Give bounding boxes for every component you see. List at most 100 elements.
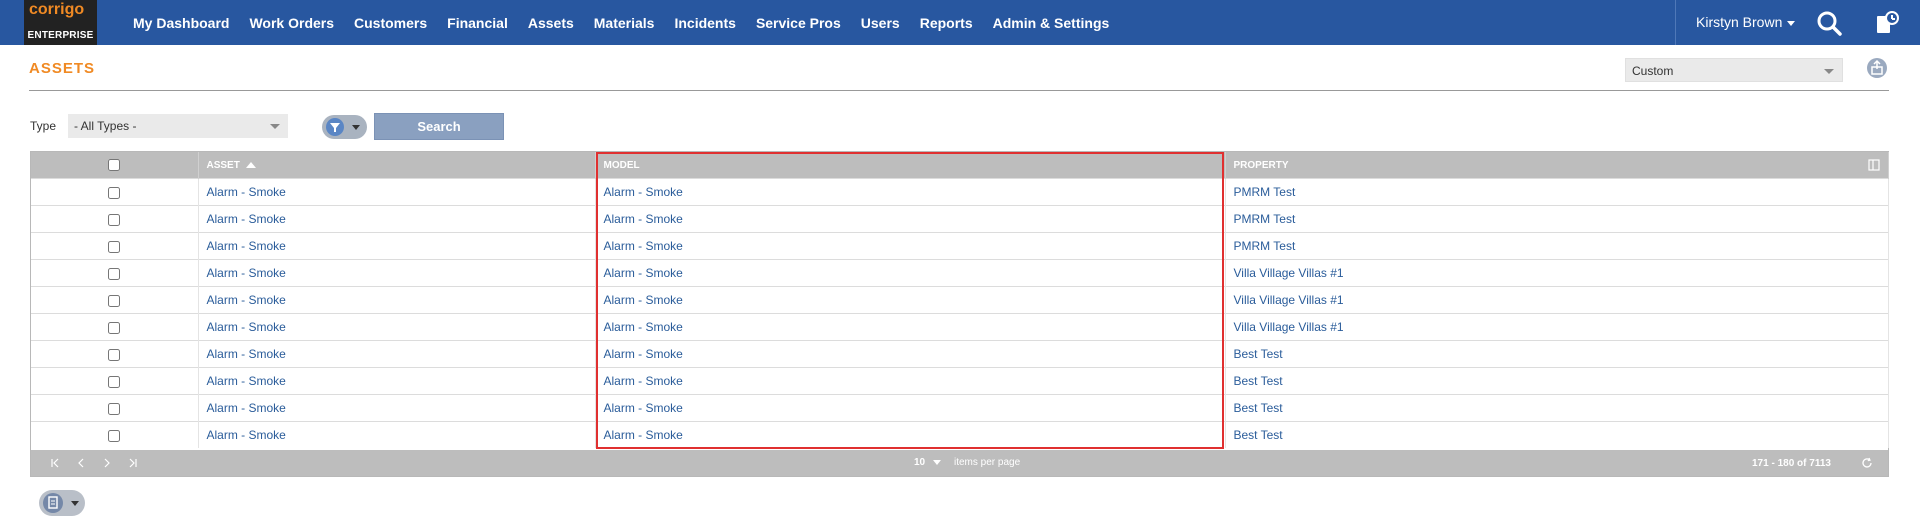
pagination-bar: 10 items per page 171 - 180 of 7113 [31, 450, 1888, 476]
column-header-model[interactable]: MODEL [595, 152, 1226, 179]
asset-link[interactable]: Alarm - Smoke [198, 421, 596, 448]
row-checkbox[interactable] [108, 213, 121, 226]
row-checkbox[interactable] [108, 375, 121, 388]
document-actions-button[interactable] [39, 490, 85, 516]
model-link[interactable]: Alarm - Smoke [595, 232, 1226, 260]
table-row: Alarm - Smoke Alarm - Smoke Best Test [31, 421, 1889, 448]
logo-subtitle: ENTERPRISE [27, 30, 94, 41]
next-page-icon[interactable] [101, 457, 113, 469]
refresh-icon[interactable] [1861, 457, 1873, 469]
chevron-down-icon [352, 125, 360, 130]
nav-assets[interactable]: Assets [528, 15, 574, 31]
row-checkbox[interactable] [108, 186, 121, 199]
row-checkbox[interactable] [108, 348, 121, 361]
title-divider [29, 90, 1889, 91]
model-link[interactable]: Alarm - Smoke [595, 367, 1226, 395]
type-filter-value: - All Types - [74, 119, 137, 133]
row-checkbox[interactable] [108, 402, 121, 415]
property-link[interactable]: Best Test [1225, 394, 1889, 422]
filter-button[interactable] [322, 115, 367, 139]
asset-link[interactable]: Alarm - Smoke [198, 313, 596, 341]
previous-page-icon[interactable] [75, 457, 87, 469]
table-row: Alarm - Smoke Alarm - Smoke Best Test [31, 394, 1889, 422]
table-row: Alarm - Smoke Alarm - Smoke PMRM Test [31, 178, 1889, 206]
filter-icon [326, 118, 344, 136]
search-icon[interactable] [1816, 10, 1842, 36]
nav-materials[interactable]: Materials [594, 15, 655, 31]
corrigo-logo[interactable]: corrigo ENTERPRISE [24, 0, 97, 45]
select-all-checkbox[interactable] [108, 159, 121, 171]
select-all-header [31, 152, 199, 179]
asset-link[interactable]: Alarm - Smoke [198, 205, 596, 233]
assets-grid: ASSET MODEL PROPERTY Alarm - Smoke Alarm … [30, 151, 1889, 477]
property-link[interactable]: PMRM Test [1225, 205, 1889, 233]
assets-table: ASSET MODEL PROPERTY Alarm - Smoke Alarm … [31, 152, 1889, 448]
row-checkbox[interactable] [108, 321, 121, 334]
export-icon[interactable] [1866, 57, 1888, 79]
type-filter-label: Type [30, 119, 57, 133]
first-page-icon[interactable] [49, 457, 61, 469]
top-navigation-bar: corrigo ENTERPRISE My Dashboard Work Ord… [0, 0, 1920, 45]
nav-incidents[interactable]: Incidents [674, 15, 735, 31]
notifications-icon[interactable] [1874, 10, 1900, 36]
nav-customers[interactable]: Customers [354, 15, 427, 31]
nav-users[interactable]: Users [861, 15, 900, 31]
asset-link[interactable]: Alarm - Smoke [198, 232, 596, 260]
table-row: Alarm - Smoke Alarm - Smoke Best Test [31, 367, 1889, 395]
last-page-icon[interactable] [127, 457, 139, 469]
chevron-down-icon [932, 459, 941, 465]
model-link[interactable]: Alarm - Smoke [595, 178, 1226, 206]
asset-link[interactable]: Alarm - Smoke [198, 340, 596, 368]
user-name: Kirstyn Brown [1696, 14, 1783, 30]
asset-link[interactable]: Alarm - Smoke [198, 259, 596, 287]
page-range-info: 171 - 180 of 7113 [1752, 458, 1831, 469]
property-link[interactable]: Best Test [1225, 367, 1889, 395]
row-checkbox[interactable] [108, 294, 121, 307]
type-filter-select[interactable]: - All Types - [68, 114, 288, 138]
property-link[interactable]: Villa Village Villas #1 [1225, 259, 1889, 287]
column-header-asset[interactable]: ASSET [198, 152, 596, 179]
table-row: Alarm - Smoke Alarm - Smoke Villa Village … [31, 313, 1889, 341]
property-link[interactable]: Villa Village Villas #1 [1225, 286, 1889, 314]
table-row: Alarm - Smoke Alarm - Smoke Villa Village … [31, 286, 1889, 314]
model-link[interactable]: Alarm - Smoke [595, 313, 1226, 341]
model-link[interactable]: Alarm - Smoke [595, 259, 1226, 287]
row-checkbox[interactable] [108, 240, 121, 253]
chevron-down-icon [71, 501, 79, 506]
model-link[interactable]: Alarm - Smoke [595, 205, 1226, 233]
table-row: Alarm - Smoke Alarm - Smoke PMRM Test [31, 232, 1889, 260]
asset-link[interactable]: Alarm - Smoke [198, 394, 596, 422]
model-link[interactable]: Alarm - Smoke [595, 340, 1226, 368]
column-picker-icon[interactable] [1868, 159, 1880, 171]
model-link[interactable]: Alarm - Smoke [595, 286, 1226, 314]
table-row: Alarm - Smoke Alarm - Smoke Best Test [31, 340, 1889, 368]
property-link[interactable]: Best Test [1225, 340, 1889, 368]
logo-wordmark: corrigo [29, 1, 85, 18]
nav-admin-settings[interactable]: Admin & Settings [993, 15, 1110, 31]
nav-work-orders[interactable]: Work Orders [249, 15, 334, 31]
row-checkbox[interactable] [108, 429, 121, 442]
model-link[interactable]: Alarm - Smoke [595, 394, 1226, 422]
column-header-property[interactable]: PROPERTY [1225, 152, 1889, 179]
asset-link[interactable]: Alarm - Smoke [198, 367, 596, 395]
property-link[interactable]: PMRM Test [1225, 232, 1889, 260]
nav-reports[interactable]: Reports [920, 15, 973, 31]
search-button[interactable]: Search [374, 113, 504, 140]
asset-link[interactable]: Alarm - Smoke [198, 178, 596, 206]
asset-link[interactable]: Alarm - Smoke [198, 286, 596, 314]
property-link[interactable]: Best Test [1225, 421, 1889, 448]
nav-my-dashboard[interactable]: My Dashboard [133, 15, 229, 31]
nav-service-pros[interactable]: Service Pros [756, 15, 841, 31]
document-icon [43, 493, 63, 513]
user-menu[interactable]: Kirstyn Brown [1696, 14, 1796, 30]
model-link[interactable]: Alarm - Smoke [595, 421, 1226, 448]
property-link[interactable]: PMRM Test [1225, 178, 1889, 206]
items-per-page-select[interactable]: 10 [914, 457, 941, 468]
view-select-value: Custom [1632, 64, 1674, 78]
row-checkbox[interactable] [108, 267, 121, 280]
nav-financial[interactable]: Financial [447, 15, 508, 31]
view-select[interactable]: Custom [1625, 58, 1843, 82]
chevron-down-icon [1824, 69, 1834, 74]
property-link[interactable]: Villa Village Villas #1 [1225, 313, 1889, 341]
table-row: Alarm - Smoke Alarm - Smoke PMRM Test [31, 205, 1889, 233]
